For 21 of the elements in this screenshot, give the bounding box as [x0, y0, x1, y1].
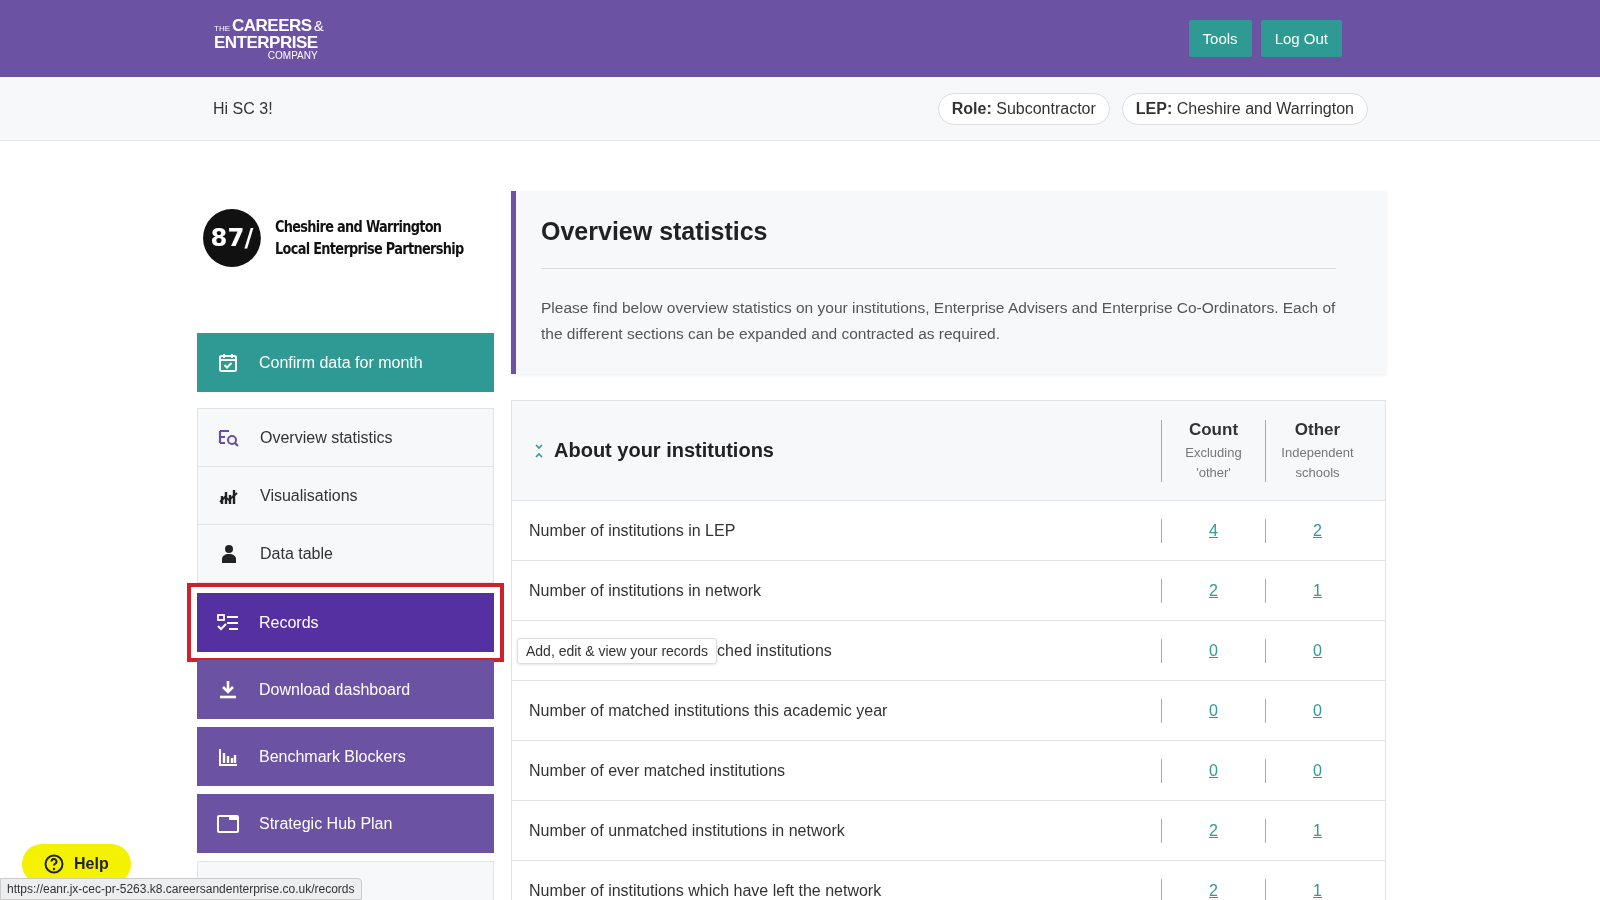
row-label: Number of institutions which have left the network: [529, 881, 882, 900]
lep-badge-icon: 87/: [203, 207, 261, 269]
tooltip: Add, edit & view your records: [517, 637, 718, 664]
intro-text: Please find below overview statistics on your institutions, Enterprise Advisers and Enterprise Co-Ordinators. Each of the different sections can be expanded and contracted as required.: [541, 298, 1336, 344]
row-label: Number of ever matched institutions: [529, 761, 786, 780]
url-tooltip: https://eanr.jx-cec-pr-5263.k8.careersandenterprise.co.uk/records: [0, 878, 362, 900]
row-label: Number of institutions in network: [529, 581, 762, 600]
column-header: Count: [1188, 419, 1239, 440]
info-pill: Role: Subcontractor: [937, 92, 1110, 125]
row-label: ched institutions: [717, 641, 832, 660]
info-pill: LEP: Cheshire and Warrington: [1121, 92, 1368, 125]
row-label: Number of matched institutions this academic year: [529, 701, 888, 720]
column-subtitle: Excluding 'other': [1184, 443, 1243, 482]
lep-name: Cheshire and Warrington Local Enterprise Partnership: [274, 216, 464, 260]
row-label: Number of unmatched institutions in network: [529, 821, 845, 840]
section-title: About your institutions: [554, 439, 774, 463]
column-subtitle: Independent schools: [1280, 443, 1355, 482]
page-title: Overview statistics: [541, 217, 1336, 269]
row-label: Number of institutions in LEP: [529, 521, 736, 540]
greeting-text: Hi SC 3!: [213, 99, 273, 118]
column-header: Other: [1294, 419, 1341, 440]
